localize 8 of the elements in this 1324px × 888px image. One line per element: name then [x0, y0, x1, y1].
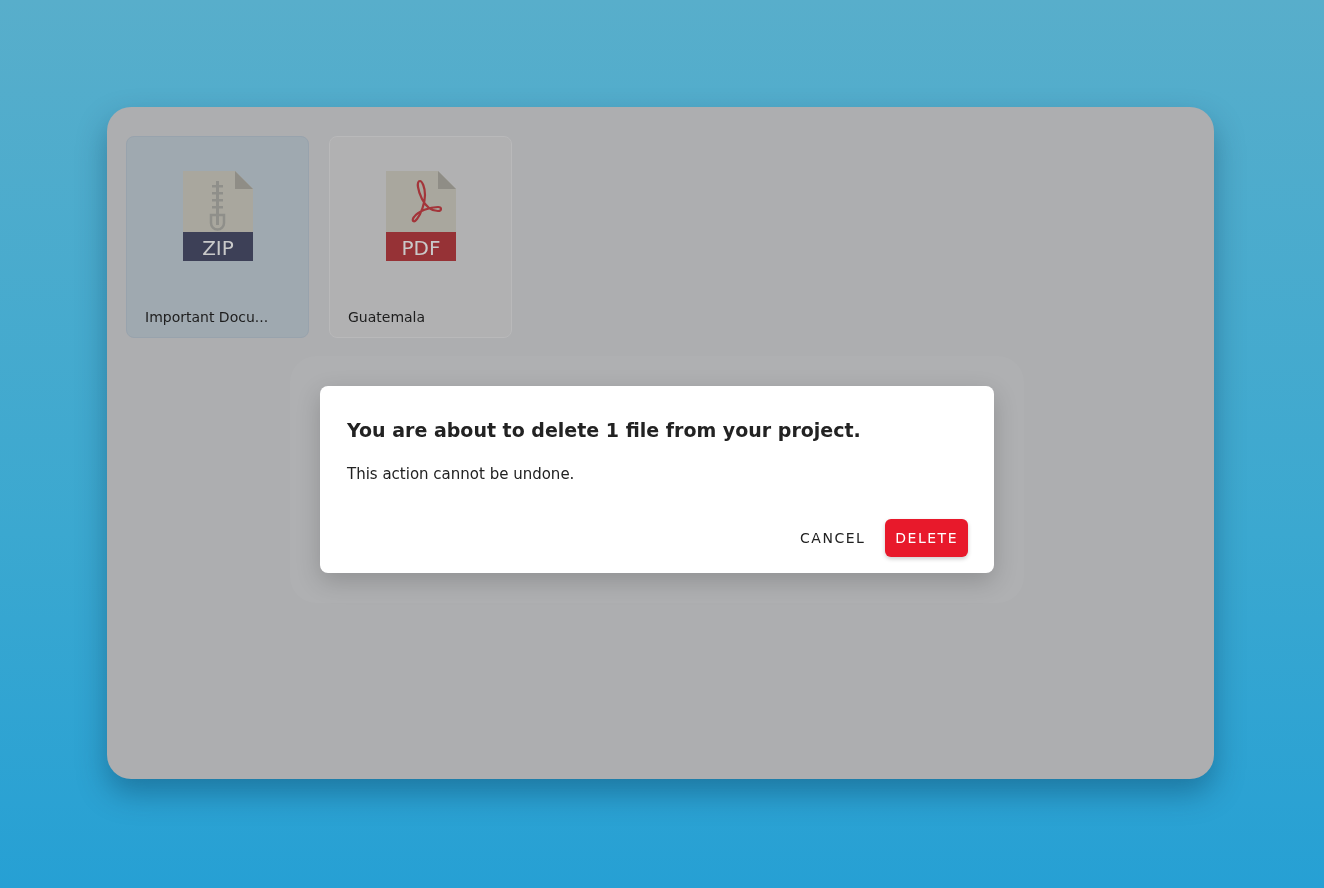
file-name: Guatemala	[348, 309, 427, 325]
dialog-title: You are about to delete 1 file from your project.	[347, 419, 862, 441]
dialog-message: This action cannot be undone.	[347, 465, 576, 483]
file-name: Important Docu...	[145, 309, 270, 325]
cancel-button[interactable]: CANCEL	[790, 519, 876, 557]
delete-button[interactable]: DELETE	[885, 519, 968, 557]
file-card[interactable]: PDF Guatemala	[329, 136, 512, 338]
file-card[interactable]: ZIP Important Docu...	[126, 136, 309, 338]
